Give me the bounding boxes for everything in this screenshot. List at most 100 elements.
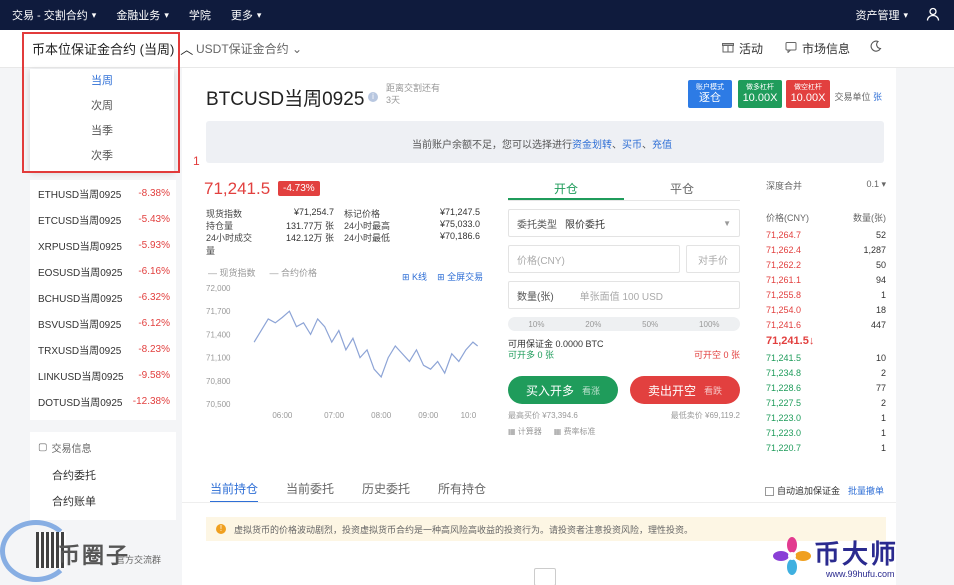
tab-current-orders[interactable]: 当前委托 — [286, 480, 334, 503]
bid-row[interactable]: 71,234.8 2 — [766, 365, 886, 380]
ask-row[interactable]: 71,255.8 1 — [766, 287, 886, 302]
stats-row: 持仓量 131.77万 张 24小时最高 ¥75,033.0 — [206, 219, 480, 231]
chevron-down-icon: ▾ — [91, 9, 97, 20]
bid-row[interactable]: 71,223.0 1 — [766, 410, 886, 425]
sell-short-button[interactable]: 卖出开空 看跌 — [630, 376, 740, 404]
user-icon[interactable] — [926, 7, 940, 24]
counter-price-button[interactable]: 对手价 — [686, 245, 740, 273]
account-mode-button[interactable]: 账户模式 逐仓 — [688, 80, 732, 108]
ask-row[interactable]: 71,262.4 1,287 — [766, 242, 886, 257]
long-leverage-button[interactable]: 做多杠杆 10.00X — [738, 80, 782, 108]
y-tick-label: 70,800 — [206, 377, 231, 386]
moon-icon[interactable] — [870, 40, 882, 55]
market-change: -8.23% — [138, 343, 170, 355]
deposit-link[interactable]: 充值 — [652, 140, 672, 151]
buy-long-button[interactable]: 买入开多 看涨 — [508, 376, 618, 404]
tab-open[interactable]: 开仓 — [508, 179, 624, 200]
fee-link[interactable]: ▦ 费率标准 — [554, 426, 596, 437]
trade-unit[interactable]: 交易单位 张 — [834, 90, 882, 103]
bid-row[interactable]: 71,227.5 2 — [766, 395, 886, 410]
short-leverage-button[interactable]: 做空杠杆 10.00X — [786, 80, 830, 108]
available-margin: 可用保证金 0.0000 BTC 可开多 0 张 可开空 0 张 — [508, 339, 740, 360]
quantity-input[interactable]: 数量(张) 单张面值 100 USD — [508, 281, 740, 309]
bid-row[interactable]: 71,223.0 1 — [766, 425, 886, 440]
chevron-down-icon: ▾ — [164, 9, 169, 20]
calculator-link[interactable]: ▦ 计算器 — [508, 426, 542, 437]
watermark-right-logo: 币大师 www.99hufu.com — [768, 534, 948, 582]
market-change: -6.32% — [138, 291, 170, 303]
y-tick-label: 71,100 — [206, 354, 231, 363]
depth-select[interactable]: 0.1 ▾ — [866, 179, 886, 211]
market-list-item[interactable]: BSVUSD当周0925 -6.12% — [30, 310, 176, 336]
nav-finance[interactable]: 金融业务 ▾ — [116, 7, 169, 23]
bid-row[interactable]: 71,241.5 10 — [766, 350, 886, 365]
market-list-item[interactable]: ETHUSD当周0925 -8.38% — [30, 180, 176, 206]
auto-margin-checkbox[interactable]: 自动追加保证金 — [764, 484, 840, 497]
activity-link[interactable]: 活动 — [721, 40, 763, 57]
market-change: -6.12% — [138, 317, 170, 329]
order-book: 深度合并 0.1 ▾ 价格(CNY) 数量(张) 71,264.7 52 71,26… — [766, 179, 886, 455]
market-info-link[interactable]: 市场信息 — [785, 40, 850, 57]
x-tick-label: 06:00 — [272, 411, 293, 420]
market-list-item[interactable]: LINKUSD当周0925 -9.58% — [30, 362, 176, 388]
chart-legend: — 现货指数 — 合约价格 — [208, 266, 317, 279]
tab-current-positions[interactable]: 当前持仓 — [210, 480, 259, 503]
trade-info-panel: ▢ 交易信息 合约委托 合约账单 — [30, 432, 176, 520]
highlight-box — [22, 32, 180, 173]
market-list-item[interactable]: EOSUSD当周0925 -6.16% — [30, 258, 176, 284]
market-list-item[interactable]: XRPUSD当周0925 -5.93% — [30, 232, 176, 258]
ask-row[interactable]: 71,264.7 52 — [766, 227, 886, 242]
tab-order-history[interactable]: 历史委托 — [362, 480, 410, 503]
market-name: EOSUSD当周0925 — [38, 267, 123, 279]
ask-row[interactable]: 71,262.2 50 — [766, 257, 886, 272]
nav-trade[interactable]: 交易 - 交割合约 ▾ — [12, 7, 96, 23]
x-tick-label: 10:0 — [461, 411, 477, 420]
market-change: -5.93% — [138, 239, 170, 251]
nav-academy[interactable]: 学院 — [189, 7, 211, 23]
price-input[interactable]: 价格(CNY) — [508, 245, 680, 273]
order-type-select[interactable]: 委托类型 限价委托 ▼ — [508, 209, 740, 237]
book-mid-price: 71,241.5↓ — [766, 335, 815, 347]
info-box-icon: ▢ — [38, 442, 48, 453]
flower-logo-icon — [773, 537, 811, 575]
contract-title: BTCUSD当周0925 — [206, 89, 365, 110]
bid-row[interactable]: 71,220.7 1 — [766, 440, 886, 455]
contract-bills-link[interactable]: 合约账单 — [38, 493, 168, 519]
market-change: -8.38% — [138, 187, 170, 199]
nav-assets[interactable]: 资产管理 ▾ — [855, 7, 908, 23]
market-name: TRXUSD当周0925 — [38, 345, 122, 357]
chevron-down-icon: ⌄ — [292, 42, 303, 56]
empty-document-icon — [534, 568, 556, 585]
market-list-item[interactable]: DOTUSD当周0925 -12.38% — [30, 388, 176, 414]
price-change-badge: -4.73% — [278, 181, 320, 196]
batch-cancel-link[interactable]: 批量撤单 — [848, 484, 884, 497]
ask-row[interactable]: 71,241.6 447 — [766, 317, 886, 332]
contract-orders-link[interactable]: 合约委托 — [38, 467, 168, 493]
market-list-item[interactable]: ETCUSD当周0925 -5.43% — [30, 206, 176, 232]
best-sell-price: 最低卖价 ¥69,119.2 — [670, 411, 740, 420]
bid-row[interactable]: 71,228.6 77 — [766, 380, 886, 395]
market-change: -5.43% — [138, 213, 170, 225]
transfer-link[interactable]: 资金划转 — [572, 140, 612, 151]
market-list-item[interactable]: BCHUSD当周0925 -6.32% — [30, 284, 176, 310]
chevron-down-icon: ▾ — [256, 9, 262, 20]
usdt-contract-select[interactable]: USDT保证金合约 ⌄ — [196, 40, 302, 57]
market-list-item[interactable]: TRXUSD当周0925 -8.23% — [30, 336, 176, 362]
last-price: 71,241.5 — [204, 179, 271, 198]
tab-all-positions[interactable]: 所有持仓 — [438, 480, 486, 503]
price-series-line — [253, 310, 479, 379]
buy-coin-link[interactable]: 买币 — [622, 140, 642, 151]
percent-slider[interactable]: 10% 20% 50% 100% — [508, 317, 740, 331]
market-list: ETHUSD当周0925 -8.38% ETCUSD当周0925 -5.43% XRPU… — [30, 180, 176, 420]
info-icon[interactable]: i — [368, 92, 378, 102]
gift-icon — [721, 41, 734, 56]
ask-row[interactable]: 71,261.1 94 — [766, 272, 886, 287]
stats-row: 现货指数 ¥71,254.7 标记价格 ¥71,247.5 — [206, 207, 480, 219]
tab-close[interactable]: 平仓 — [624, 179, 740, 200]
trade-form: 开仓 平仓 委托类型 限价委托 ▼ 价格(CNY) 对手价 数量(张) 单张面值… — [508, 179, 740, 449]
nav-more[interactable]: 更多 ▾ — [231, 7, 262, 23]
market-name: BSVUSD当周0925 — [38, 319, 122, 331]
market-name: LINKUSD当周0925 — [38, 371, 124, 383]
y-tick-label: 72,000 — [206, 284, 231, 293]
ask-row[interactable]: 71,254.0 18 — [766, 302, 886, 317]
